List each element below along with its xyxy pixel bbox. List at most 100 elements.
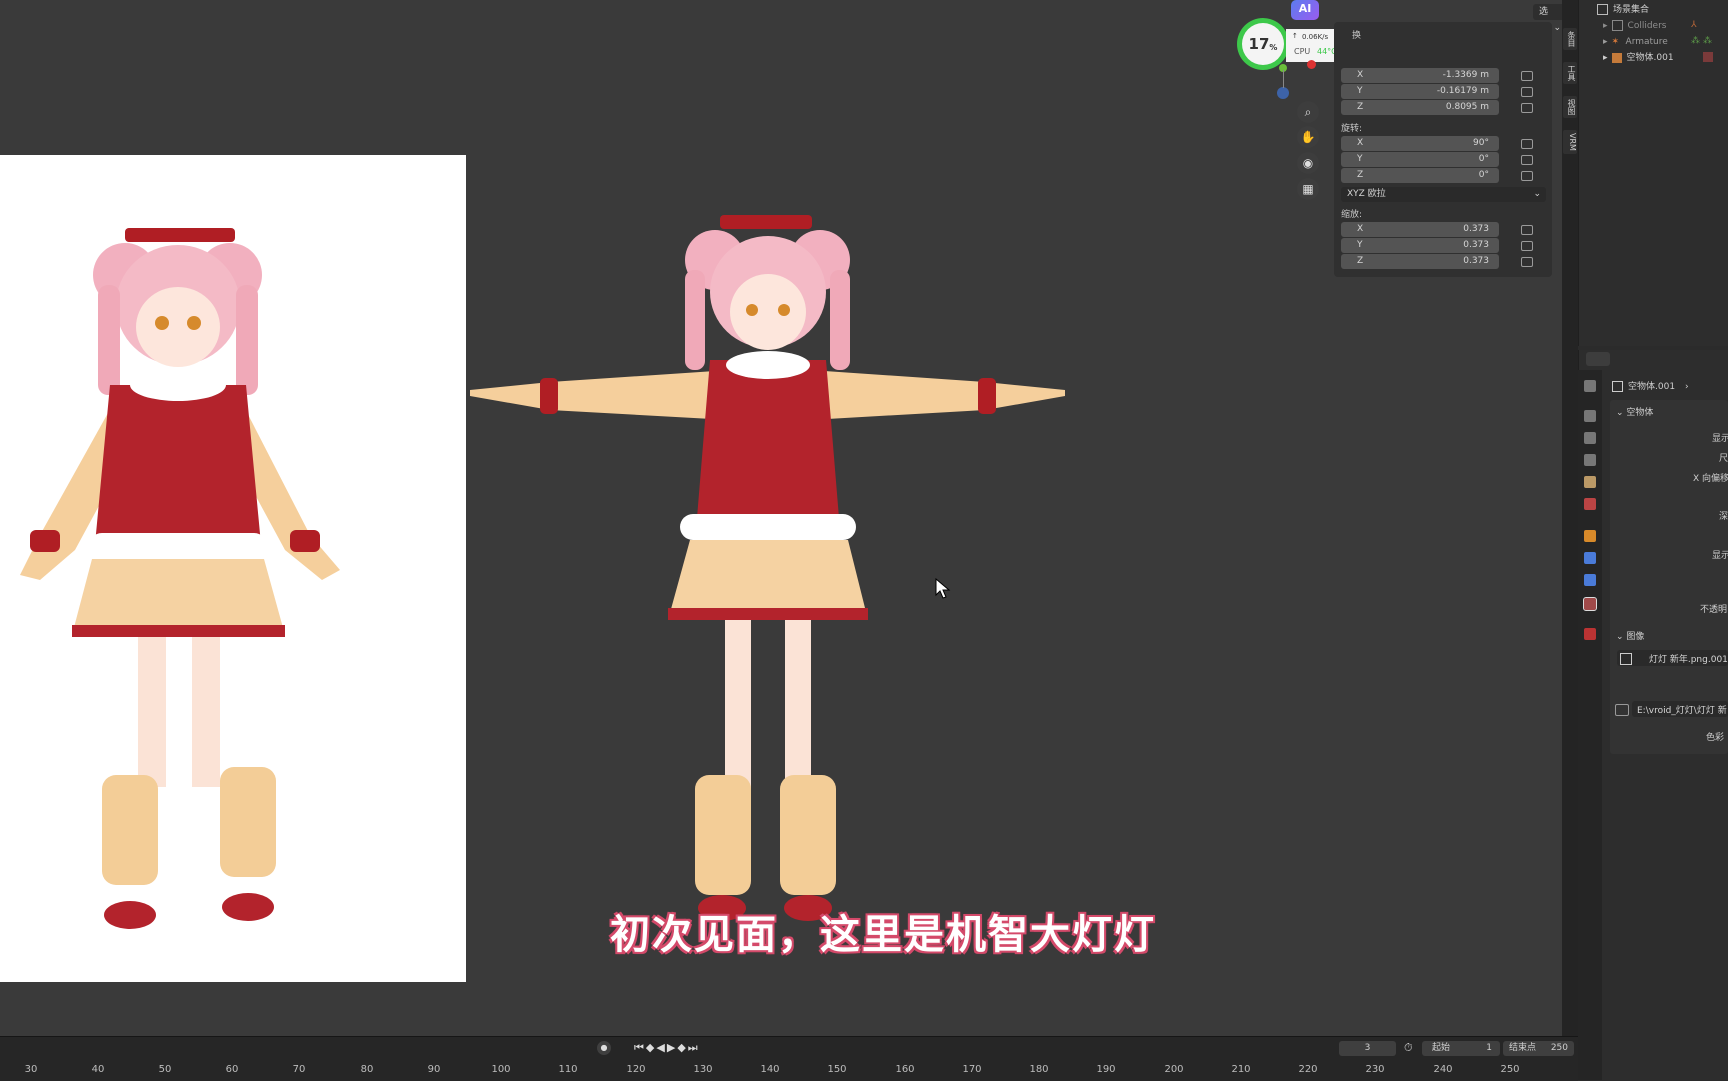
expand-arrow-icon[interactable]: ▸ (1603, 21, 1608, 31)
tab-vrm[interactable]: VRM (1563, 130, 1577, 154)
3d-viewport[interactable]: 初次见面，这里是机智大灯灯 选项 ⌄ AI 17% ↑ 0.06K/s CPU … (0, 0, 1562, 1036)
texture-tab-icon[interactable] (1584, 628, 1596, 640)
image-data-icon[interactable] (1703, 52, 1713, 62)
lock-icon[interactable] (1521, 257, 1533, 267)
next-keyframe-icon[interactable]: ◆ (677, 1041, 687, 1054)
jump-end-icon[interactable]: ⏭ (688, 1041, 700, 1054)
play-icon[interactable]: ▶ (667, 1041, 677, 1054)
tab-item[interactable]: 条目 (1563, 28, 1577, 50)
options-dropdown[interactable]: 选项 ⌄ (1533, 4, 1562, 33)
folder-icon[interactable] (1615, 704, 1629, 716)
expand-arrow-icon[interactable]: ▸ (1603, 53, 1608, 63)
editor-type-selector[interactable] (1586, 352, 1610, 366)
pan-hand-icon[interactable]: ✋ (1297, 126, 1319, 148)
tool-tab-icon[interactable] (1584, 380, 1596, 392)
section-empty-header[interactable]: ⌄ 空物体 (1616, 405, 1653, 418)
ruler-tick: 210 (1231, 1064, 1251, 1075)
scene-tab-icon[interactable] (1584, 476, 1596, 488)
grid-view-icon[interactable]: ▦ (1297, 178, 1319, 200)
breadcrumb-object: 空物体.001 (1628, 382, 1676, 392)
object-tab-icon[interactable] (1584, 530, 1596, 542)
lock-icon[interactable] (1521, 71, 1533, 81)
ruler-tick: 40 (91, 1064, 105, 1075)
lock-icon[interactable] (1521, 87, 1533, 97)
expand-arrow-icon[interactable]: ▸ (1603, 37, 1608, 47)
rotation-y-field[interactable]: Y 0° (1341, 152, 1499, 167)
playback-controls: ⏮◆◀▶◆⏭ (634, 1041, 700, 1055)
scale-y-field[interactable]: Y 0.373 (1341, 238, 1499, 253)
ai-assistant-badge[interactable]: AI (1291, 0, 1319, 20)
rotation-mode-dropdown[interactable]: XYZ 欧拉 ⌄ (1341, 187, 1546, 202)
cpu-usage-unit: % (1269, 42, 1278, 52)
ruler-tick: 190 (1096, 1064, 1116, 1075)
ruler-tick: 120 (626, 1064, 646, 1075)
outliner-item-armature[interactable]: ▸ ✶ Armature (1603, 34, 1668, 50)
tab-view[interactable]: 视图 (1563, 96, 1577, 118)
scale-x-field[interactable]: X 0.373 (1341, 222, 1499, 237)
pose-icon[interactable]: ⁂ (1691, 36, 1700, 46)
prev-keyframe-icon[interactable]: ◆ (646, 1041, 656, 1054)
display-label: 显示 (1712, 434, 1728, 444)
jump-start-icon[interactable]: ⏮ (634, 1041, 646, 1054)
image-selector[interactable]: 灯灯 新年.png.001 (1617, 650, 1728, 666)
pose-icon[interactable]: ⁂ (1703, 36, 1712, 46)
reference-image[interactable] (0, 155, 466, 982)
render-tab-icon[interactable] (1584, 410, 1596, 422)
ruler-tick: 230 (1365, 1064, 1385, 1075)
lock-icon[interactable] (1521, 241, 1533, 251)
cpu-usage-gauge[interactable]: 17% (1237, 18, 1289, 70)
cpu-usage-value: 17 (1248, 35, 1270, 53)
collection-icon (1597, 4, 1608, 15)
constraints-tab-icon[interactable] (1584, 574, 1596, 586)
zoom-icon[interactable]: ⌕ (1297, 101, 1319, 123)
scale-z-field[interactable]: Z 0.373 (1341, 254, 1499, 269)
ruler-tick: 80 (360, 1064, 374, 1075)
rotation-z-field[interactable]: Z 0° (1341, 168, 1499, 183)
empty-object-icon (1612, 381, 1623, 392)
gizmo-z-axis[interactable] (1277, 87, 1289, 99)
current-frame-field[interactable]: 3 (1339, 1041, 1396, 1056)
location-z-field[interactable]: Z 0.8095 m (1341, 100, 1499, 115)
lock-icon[interactable] (1521, 225, 1533, 235)
lock-icon[interactable] (1521, 139, 1533, 149)
lock-icon[interactable] (1521, 155, 1533, 165)
image-path: E:\vroid_灯灯\灯灯 新 (1637, 706, 1727, 716)
vrm-character-model[interactable] (470, 210, 1070, 950)
lock-icon[interactable] (1521, 171, 1533, 181)
play-reverse-icon[interactable]: ◀ (656, 1041, 666, 1054)
rotation-x-field[interactable]: X 90° (1341, 136, 1499, 151)
location-x-field[interactable]: X -1.3369 m (1341, 68, 1499, 83)
bone-icon[interactable]: ⅄ (1691, 20, 1697, 30)
world-tab-icon[interactable] (1584, 498, 1596, 510)
timeline-bar[interactable]: ● ⏮◆◀▶◆⏭ 3 ⏱ 起始 1 结束点 250 30 40 50 60 70 8… (0, 1036, 1578, 1081)
end-frame-field[interactable]: 结束点 250 (1503, 1041, 1574, 1056)
outliner-item-scene-collection[interactable]: 场景集合 (1597, 2, 1649, 18)
collection-icon (1611, 20, 1623, 31)
mouse-cursor-icon (935, 578, 951, 599)
view-layer-tab-icon[interactable] (1584, 454, 1596, 466)
lock-icon[interactable] (1521, 103, 1533, 113)
sidebar-tab-strip (1562, 0, 1578, 1036)
ruler-tick: 60 (225, 1064, 239, 1075)
chevron-down-icon: ⌄ (1616, 408, 1624, 418)
start-frame-field[interactable]: 起始 1 (1422, 1041, 1500, 1056)
offset-x-label: X 向偏移 (1693, 474, 1728, 484)
stopwatch-icon[interactable]: ⏱ (1404, 1041, 1413, 1055)
ruler-tick: 100 (491, 1064, 511, 1075)
location-y-field[interactable]: Y -0.16179 m (1341, 84, 1499, 99)
ruler-tick: 30 (24, 1064, 38, 1075)
ruler-tick: 70 (292, 1064, 306, 1075)
outliner-item-colliders[interactable]: ▸ Colliders (1603, 18, 1666, 34)
image-path-field[interactable]: E:\vroid_灯灯\灯灯 新 (1632, 701, 1728, 717)
tab-tool[interactable]: 工具 (1563, 62, 1577, 84)
gizmo-x-axis[interactable] (1307, 60, 1316, 69)
record-button[interactable]: ● (597, 1041, 611, 1055)
camera-icon[interactable]: ◉ (1297, 152, 1319, 174)
ruler-tick: 110 (558, 1064, 578, 1075)
outliner-item-empty-001[interactable]: ▸ 空物体.001 (1603, 50, 1674, 66)
section-image-header[interactable]: ⌄ 图像 (1616, 629, 1644, 642)
data-tab-icon[interactable] (1583, 597, 1597, 611)
chevron-down-icon: ⌄ (1533, 189, 1541, 199)
physics-tab-icon[interactable] (1584, 552, 1596, 564)
output-tab-icon[interactable] (1584, 432, 1596, 444)
